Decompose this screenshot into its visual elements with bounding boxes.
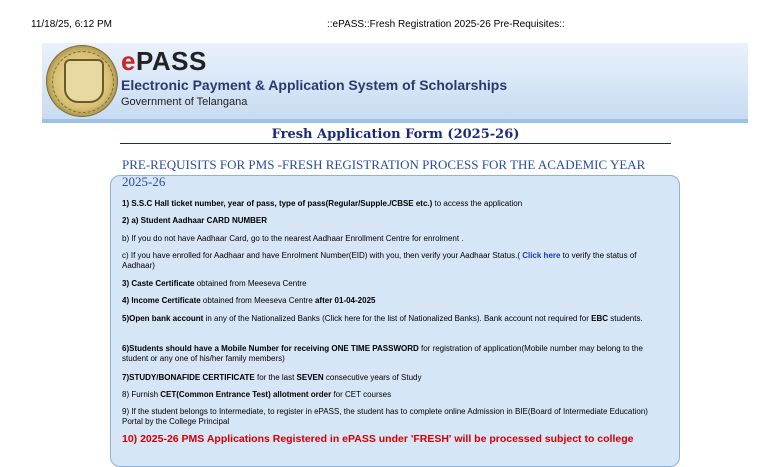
brand-pass: PASS xyxy=(135,46,207,76)
banner-strip xyxy=(42,119,748,123)
list-item: 6)Students should have a Mobile Number f… xyxy=(122,344,643,363)
print-date: 11/18/25, 6:12 PM xyxy=(31,19,112,30)
aadhaar-status-link[interactable]: Click here xyxy=(520,251,560,260)
brand-subtitle: Electronic Payment & Application System … xyxy=(121,77,508,93)
list-item: 8) Furnish CET(Common Entrance Test) all… xyxy=(122,390,392,399)
print-header: 11/18/25, 6:12 PM ::ePASS::Fresh Registr… xyxy=(0,19,784,33)
brand-logo-text: ePASS xyxy=(121,46,207,77)
list-item: 4) Income Certificate obtained from Mees… xyxy=(122,296,376,305)
list-item: 10) 2025-26 PMS Applications Registered … xyxy=(122,433,634,445)
list-item: b) If you do not have Aadhaar Card, go t… xyxy=(122,234,464,243)
list-item: 2) a) Student Aadhaar CARD NUMBER xyxy=(122,216,268,225)
list-item: 7)STUDY/BONAFIDE CERTIFICATE for the las… xyxy=(122,373,422,382)
emblem-center xyxy=(64,59,104,103)
list-item: 5)Open bank account in any of the Nation… xyxy=(122,314,643,323)
telangana-emblem-icon xyxy=(46,45,118,117)
print-page-title: ::ePASS::Fresh Registration 2025-26 Pre-… xyxy=(327,19,565,30)
title-divider xyxy=(120,143,671,144)
list-item: 9) If the student belongs to Intermediat… xyxy=(122,407,648,426)
government-name: Government of Telangana xyxy=(121,96,248,108)
form-title: Fresh Application Form (2025-26) xyxy=(271,127,520,142)
list-item: c) If you have enrolled for Aadhaar and … xyxy=(122,251,637,270)
list-item: 3) Caste Certificate obtained from Meese… xyxy=(122,279,307,288)
list-item: 1) S.S.C Hall ticket number, year of pas… xyxy=(122,199,523,208)
brand-e: e xyxy=(121,46,136,76)
section-heading: PRE-REQUISITS FOR PMS -FRESH REGISTRATIO… xyxy=(122,157,646,189)
